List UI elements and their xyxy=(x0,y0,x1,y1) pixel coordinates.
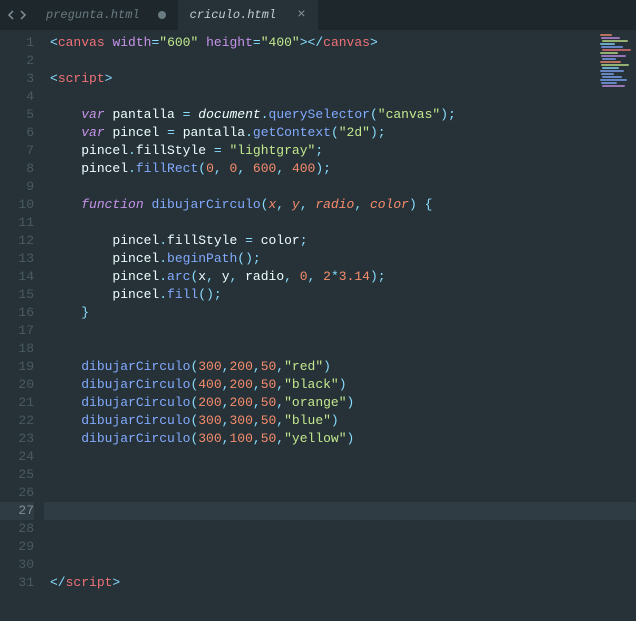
chevron-left-icon[interactable] xyxy=(6,10,16,20)
tab-criculo[interactable]: criculo.html × xyxy=(178,0,318,30)
minimap[interactable] xyxy=(598,34,632,94)
close-icon[interactable]: × xyxy=(297,7,305,23)
tab-pregunta[interactable]: pregunta.html xyxy=(34,0,178,30)
dirty-dot-icon xyxy=(158,11,166,19)
tab-label: pregunta.html xyxy=(46,8,140,22)
tab-label: criculo.html xyxy=(190,8,276,22)
line-number-gutter: 1234567891011121314151617181920212223242… xyxy=(0,30,44,621)
editor-area: 1234567891011121314151617181920212223242… xyxy=(0,30,636,621)
chevron-right-icon[interactable] xyxy=(18,10,28,20)
tab-nav-arrows xyxy=(0,0,34,30)
tab-bar: pregunta.html criculo.html × xyxy=(0,0,636,30)
code-content[interactable]: <canvas width="600" height="400"></canva… xyxy=(44,30,636,621)
